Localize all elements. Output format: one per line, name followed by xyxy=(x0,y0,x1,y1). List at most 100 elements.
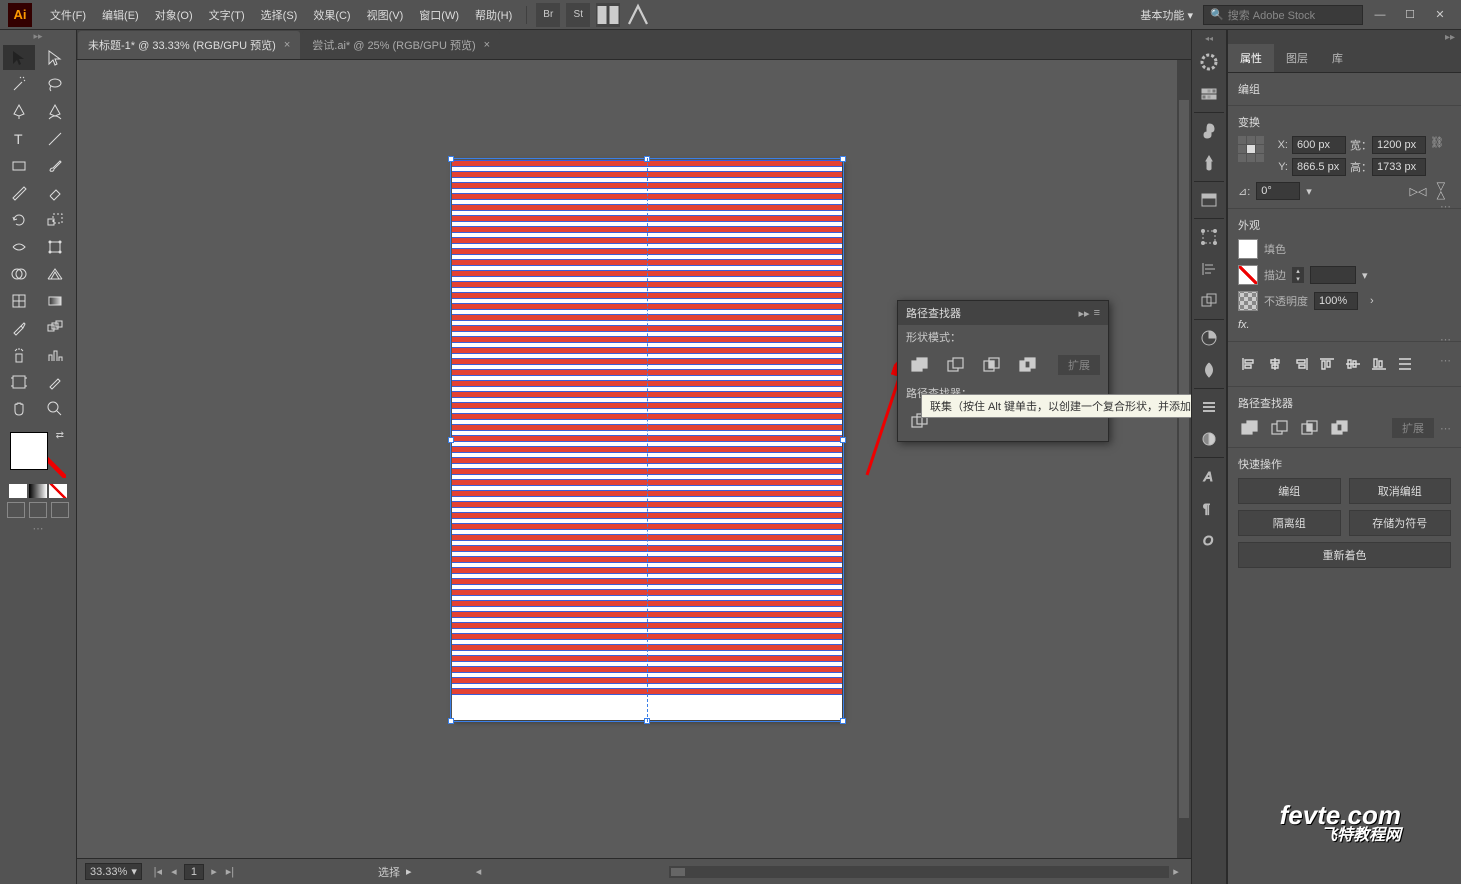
symbols-panel-icon[interactable] xyxy=(1195,117,1223,145)
scroll-left-icon[interactable]: ◂ xyxy=(472,865,486,879)
stroke-weight-select[interactable] xyxy=(1310,266,1356,284)
color-mode-none[interactable] xyxy=(49,484,67,498)
pathfinder-intersect[interactable] xyxy=(978,353,1006,377)
menu-object[interactable]: 对象(O) xyxy=(147,7,201,23)
paragraph-panel-icon[interactable]: ¶ xyxy=(1195,494,1223,522)
scroll-right-icon[interactable]: ▸ xyxy=(1169,865,1183,879)
pf-intersect[interactable] xyxy=(1298,417,1322,439)
y-field[interactable] xyxy=(1292,158,1346,176)
zoom-tool[interactable] xyxy=(39,396,71,421)
close-tab-icon[interactable]: × xyxy=(484,39,490,51)
color-themes-panel-icon[interactable] xyxy=(1195,324,1223,352)
swatches-panel-icon[interactable] xyxy=(1195,186,1223,214)
stroke-weight-dropdown-icon[interactable]: ▾ xyxy=(1362,269,1368,282)
pf-expand-button[interactable]: 扩展 xyxy=(1392,418,1434,438)
first-artboard-icon[interactable]: |◂ xyxy=(151,865,165,879)
magic-wand-tool[interactable] xyxy=(3,72,35,97)
character-panel-icon[interactable]: A xyxy=(1195,462,1223,490)
save-symbol-button[interactable]: 存储为符号 xyxy=(1349,510,1452,536)
eyedropper-tool[interactable] xyxy=(3,315,35,340)
scale-tool[interactable] xyxy=(39,207,71,232)
search-stock-input[interactable]: 🔍 搜索 Adobe Stock xyxy=(1203,5,1363,25)
section-more-icon[interactable]: ⋯ xyxy=(1440,200,1451,213)
pf-unite[interactable] xyxy=(1238,417,1262,439)
flip-vertical-icon[interactable]: ▷◁ xyxy=(1434,182,1450,200)
pathfinder-expand-button[interactable]: 扩展 xyxy=(1058,355,1100,375)
gpu-icon[interactable] xyxy=(626,3,650,27)
zoom-select[interactable]: 33.33%▾ xyxy=(85,863,142,880)
fill-stroke-control[interactable]: ⇄ xyxy=(8,430,68,480)
canvas[interactable]: 路径查找器 ▸▸ ≡ 形状模式： 扩展 路径查找器： 联集（按住 Alt 键单击… xyxy=(77,60,1191,858)
pathfinder-panel-icon[interactable] xyxy=(1195,287,1223,315)
align-hcenter-icon[interactable] xyxy=(1264,354,1286,374)
window-close-icon[interactable]: ✕ xyxy=(1427,6,1453,24)
prev-artboard-icon[interactable]: ◂ xyxy=(167,865,181,879)
panel-collapse-icon[interactable]: ▸▸ xyxy=(1079,307,1090,320)
selection-tool[interactable] xyxy=(3,45,35,70)
glyphs-panel-icon[interactable]: O xyxy=(1195,526,1223,554)
gradient-tool[interactable] xyxy=(39,288,71,313)
color-panel-icon[interactable] xyxy=(1195,48,1223,76)
align-top-icon[interactable] xyxy=(1316,354,1338,374)
color-mode-gradient[interactable] xyxy=(29,484,47,498)
pathfinder-unite[interactable] xyxy=(906,353,934,377)
canvas-scrollbar-vertical[interactable] xyxy=(1177,60,1191,858)
stroke-weight-stepper[interactable]: ▴▾ xyxy=(1292,267,1304,283)
link-wh-icon[interactable]: ⛓ xyxy=(1430,136,1444,176)
reference-point-selector[interactable] xyxy=(1238,136,1264,162)
hand-tool[interactable] xyxy=(3,396,35,421)
scrollbar-horizontal[interactable] xyxy=(669,866,1169,878)
paintbrush-tool[interactable] xyxy=(39,153,71,178)
eraser-tool[interactable] xyxy=(39,180,71,205)
shaper-tool[interactable] xyxy=(3,180,35,205)
opacity-field[interactable] xyxy=(1314,292,1358,310)
panel-collapse-handle[interactable]: ▸▸ xyxy=(1228,30,1461,44)
pen-tool[interactable] xyxy=(3,99,35,124)
pf-minus-front[interactable] xyxy=(1268,417,1292,439)
isolate-button[interactable]: 隔离组 xyxy=(1238,510,1341,536)
gradient-panel-icon[interactable] xyxy=(1195,356,1223,384)
draw-normal[interactable] xyxy=(7,502,25,518)
bridge-icon[interactable]: Br xyxy=(536,3,560,27)
last-artboard-icon[interactable]: ▸| xyxy=(223,865,237,879)
section-more-icon[interactable]: ⋯ xyxy=(1440,333,1451,346)
free-transform-tool[interactable] xyxy=(39,234,71,259)
pathfinder-exclude[interactable] xyxy=(1014,353,1042,377)
ungroup-button[interactable]: 取消编组 xyxy=(1349,478,1452,504)
column-graph-tool[interactable] xyxy=(39,342,71,367)
flip-horizontal-icon[interactable]: ▷◁ xyxy=(1409,183,1427,199)
arrange-docs-icon[interactable] xyxy=(596,3,620,27)
menu-file[interactable]: 文件(F) xyxy=(42,7,94,23)
menu-window[interactable]: 窗口(W) xyxy=(411,7,467,23)
menu-help[interactable]: 帮助(H) xyxy=(467,7,520,23)
menu-edit[interactable]: 编辑(E) xyxy=(94,7,147,23)
menu-type[interactable]: 文字(T) xyxy=(201,7,253,23)
document-tab[interactable]: 未标题-1* @ 33.33% (RGB/GPU 预览)× xyxy=(78,31,300,59)
tab-layers[interactable]: 图层 xyxy=(1274,44,1320,72)
stroke-color-swatch[interactable] xyxy=(1238,265,1258,285)
direct-selection-tool[interactable] xyxy=(39,45,71,70)
section-more-icon[interactable]: ⋯ xyxy=(1440,354,1451,374)
angle-dropdown-icon[interactable]: ▾ xyxy=(1306,185,1312,198)
rotate-tool[interactable] xyxy=(3,207,35,232)
color-mode-solid[interactable] xyxy=(9,484,27,498)
fill-color-swatch[interactable] xyxy=(1238,239,1258,259)
tab-libraries[interactable]: 库 xyxy=(1320,44,1355,72)
swap-fill-stroke-icon[interactable]: ⇄ xyxy=(56,430,64,441)
tab-properties[interactable]: 属性 xyxy=(1228,44,1274,72)
align-right-icon[interactable] xyxy=(1290,354,1312,374)
curvature-tool[interactable] xyxy=(39,99,71,124)
edit-toolbar-icon[interactable]: ⋯ xyxy=(0,522,76,535)
width-tool[interactable] xyxy=(3,234,35,259)
brushes-panel-icon[interactable] xyxy=(1195,149,1223,177)
w-field[interactable] xyxy=(1372,136,1426,154)
toolbox-handle[interactable]: ▸▸ xyxy=(0,30,76,42)
stock-icon[interactable]: St xyxy=(566,3,590,27)
draw-behind[interactable] xyxy=(29,502,47,518)
workspace-switcher[interactable]: 基本功能 ▾ xyxy=(1130,7,1203,23)
align-bottom-icon[interactable] xyxy=(1368,354,1390,374)
align-vcenter-icon[interactable] xyxy=(1342,354,1364,374)
angle-field[interactable] xyxy=(1256,182,1300,200)
artboard-tool[interactable] xyxy=(3,369,35,394)
draw-inside[interactable] xyxy=(51,502,69,518)
